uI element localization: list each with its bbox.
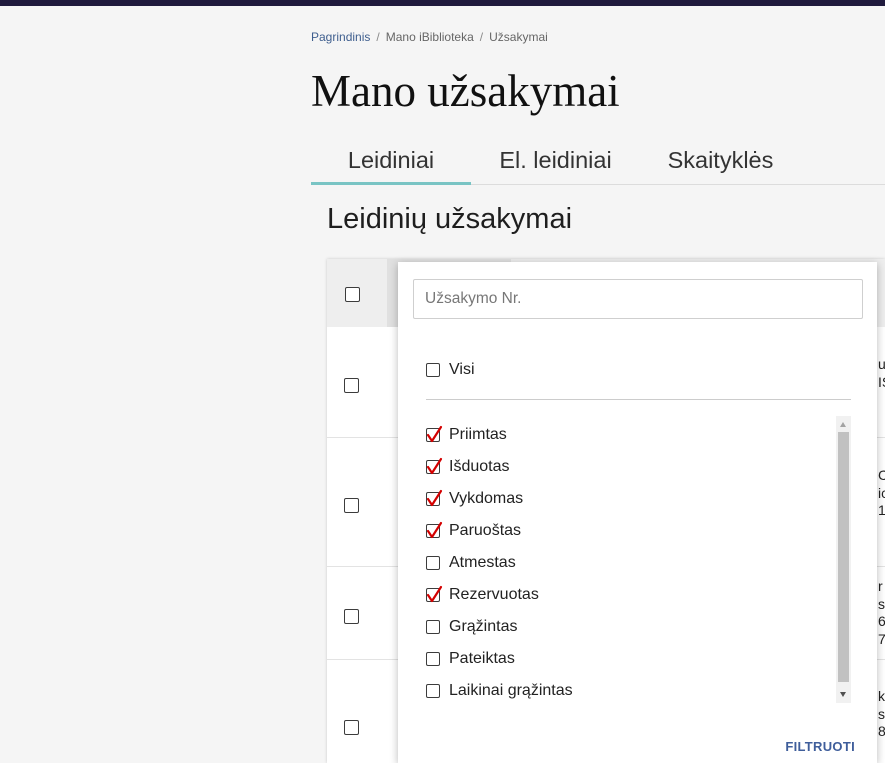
cell-text-line: r bbox=[878, 578, 883, 594]
status-option-label: Atmestas bbox=[449, 554, 516, 571]
breadcrumb: Pagrindinis / Mano iBiblioteka / Užsakymai bbox=[311, 29, 548, 45]
status-list-scrollbar[interactable] bbox=[836, 416, 851, 703]
breadcrumb-current: Užsakymai bbox=[489, 30, 548, 44]
status-option[interactable]: Grąžintas bbox=[426, 611, 826, 643]
cell-text-line: sk bbox=[878, 595, 885, 612]
status-option[interactable]: Atmestas bbox=[426, 547, 826, 579]
checkmark-icon bbox=[426, 521, 442, 538]
status-option-list: Priimtas Išduotas Vykdomas Paruoštas Atm… bbox=[426, 416, 851, 703]
checkmark-icon bbox=[426, 489, 442, 506]
select-all-checkbox[interactable] bbox=[426, 363, 440, 377]
section-title: Leidinių užsakymai bbox=[327, 203, 573, 235]
status-option-label: Vykdomas bbox=[449, 490, 524, 507]
breadcrumb-link-my-library[interactable]: Mano iBiblioteka bbox=[386, 30, 474, 44]
status-option[interactable]: Vykdomas bbox=[426, 483, 826, 515]
tab-label: El. leidiniai bbox=[499, 147, 612, 173]
status-option[interactable]: Paruoštas bbox=[426, 515, 826, 547]
cell-text-line: ic bbox=[878, 484, 885, 501]
tab-e-publications[interactable]: El. leidiniai bbox=[471, 136, 640, 184]
filter-submit-button[interactable]: FILTRUOTI bbox=[785, 737, 855, 757]
status-option-label: Paruoštas bbox=[449, 522, 522, 539]
order-number-search-input[interactable] bbox=[413, 279, 863, 319]
status-checkbox[interactable] bbox=[426, 652, 440, 666]
page-title: Mano užsakymai bbox=[311, 66, 620, 116]
status-option-label: Rezervuotas bbox=[449, 586, 539, 603]
cell-text-line: 8 bbox=[878, 723, 885, 739]
cell-text-line: u bbox=[878, 356, 885, 372]
cell-text-fragment: C ic 1 bbox=[876, 467, 885, 520]
status-option[interactable]: Pateiktas bbox=[426, 643, 826, 675]
row-checkbox[interactable] bbox=[344, 720, 359, 735]
row-checkbox[interactable] bbox=[344, 609, 359, 624]
row-checkbox[interactable] bbox=[344, 378, 359, 393]
status-option[interactable]: Išduotas bbox=[426, 451, 826, 483]
page: Pagrindinis / Mano iBiblioteka / Užsakymai M… bbox=[0, 0, 885, 763]
cell-text-line: 1 bbox=[878, 502, 885, 518]
select-all-rows-checkbox[interactable] bbox=[345, 287, 360, 302]
status-checkbox[interactable] bbox=[426, 457, 442, 474]
cell-text-line: 6 bbox=[878, 613, 885, 629]
cell-text-line: IS bbox=[878, 373, 885, 390]
cell-text-line: C bbox=[878, 467, 885, 483]
scroll-up-arrow-icon[interactable] bbox=[840, 422, 846, 427]
status-option-label: Pateiktas bbox=[449, 650, 515, 667]
status-option-select-all[interactable]: Visi bbox=[426, 354, 726, 386]
tab-bar: Leidiniai El. leidiniai Skaityklės bbox=[311, 136, 885, 185]
tab-label: Skaityklės bbox=[667, 147, 774, 173]
status-checkbox[interactable] bbox=[426, 521, 442, 538]
status-checkbox[interactable] bbox=[426, 425, 442, 442]
row-checkbox[interactable] bbox=[344, 498, 359, 513]
status-option-label: Išduotas bbox=[449, 458, 510, 475]
tab-publications[interactable]: Leidiniai bbox=[311, 136, 471, 185]
status-option-label: Laikinai grąžintas bbox=[449, 682, 573, 699]
status-filter-popover: Visi Priimtas Išduotas Vykdomas Paruošta… bbox=[398, 262, 877, 763]
status-option[interactable]: Laikinai grąžintas bbox=[426, 675, 826, 703]
cell-text-fragment: r sk 6 72 bbox=[876, 578, 885, 648]
breadcrumb-separator: / bbox=[376, 30, 380, 44]
status-checkbox[interactable] bbox=[426, 556, 440, 570]
cell-text-line: 72 bbox=[878, 630, 885, 647]
status-checkbox[interactable] bbox=[426, 684, 440, 698]
breadcrumb-separator: / bbox=[479, 30, 484, 44]
status-option[interactable]: Rezervuotas bbox=[426, 579, 826, 611]
active-tab-indicator bbox=[311, 182, 471, 185]
checkmark-icon bbox=[426, 425, 442, 442]
status-option[interactable]: Priimtas bbox=[426, 419, 826, 451]
checkmark-icon bbox=[426, 457, 442, 474]
cell-text-line: k bbox=[878, 688, 885, 704]
checkmark-icon bbox=[426, 585, 442, 602]
scrollbar-thumb[interactable] bbox=[838, 432, 849, 682]
status-option-label: Visi bbox=[449, 361, 475, 378]
scroll-down-arrow-icon[interactable] bbox=[840, 692, 846, 697]
cell-text-line: sa bbox=[878, 705, 885, 722]
top-navigation-bar bbox=[0, 0, 885, 6]
status-checkbox[interactable] bbox=[426, 489, 442, 506]
cell-text-fragment: u IS bbox=[876, 356, 885, 391]
status-option-label: Priimtas bbox=[449, 426, 507, 443]
divider bbox=[426, 399, 851, 400]
tab-reading-rooms[interactable]: Skaityklės bbox=[640, 136, 801, 184]
cell-text-fragment: k sa 8 bbox=[876, 688, 885, 741]
tab-label: Leidiniai bbox=[347, 147, 435, 173]
status-option-label: Grąžintas bbox=[449, 618, 518, 635]
status-checkbox[interactable] bbox=[426, 585, 442, 602]
status-checkbox[interactable] bbox=[426, 620, 440, 634]
breadcrumb-link-home[interactable]: Pagrindinis bbox=[311, 30, 370, 44]
